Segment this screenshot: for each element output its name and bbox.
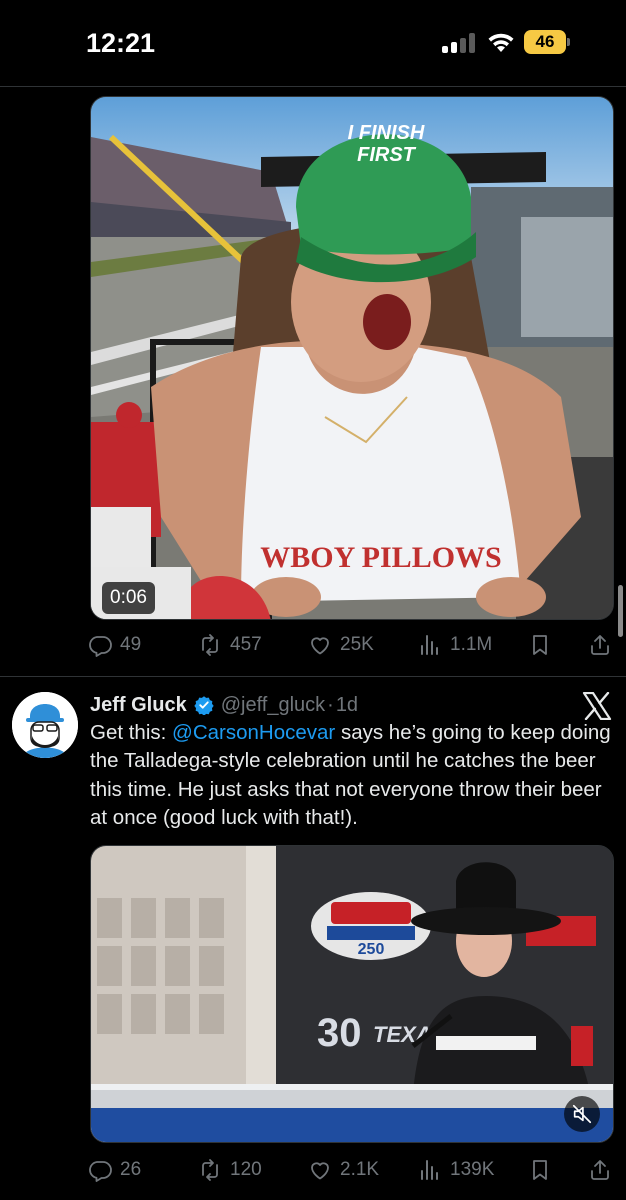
tweet-text-start: Get this:: [90, 721, 173, 744]
divider: [0, 86, 626, 87]
views-icon: [421, 1160, 438, 1180]
reply-button[interactable]: 49: [88, 625, 141, 665]
speaker-muted-icon: [572, 1104, 592, 1124]
x-logo-icon[interactable]: [582, 692, 612, 720]
battery-level: 46: [524, 30, 566, 54]
views-count: 1.1M: [450, 634, 493, 655]
avatar-illustration: [12, 692, 78, 758]
tweet-actions: 49 457 25K 1.1M: [88, 625, 616, 665]
scrollbar-thumb[interactable]: [618, 585, 623, 637]
svg-text:250: 250: [358, 941, 385, 958]
reply-count: 26: [120, 1159, 142, 1180]
video-duration-badge: 0:06: [102, 582, 155, 614]
divider: [0, 676, 626, 677]
like-count: 25K: [340, 634, 374, 655]
views-count: 139K: [450, 1159, 495, 1180]
share-icon: [591, 635, 609, 655]
battery-icon: 46: [524, 30, 570, 54]
like-button[interactable]: 2.1K: [308, 1150, 379, 1190]
tweet-text: Get this: @CarsonHocevar says he’s going…: [90, 719, 618, 833]
wifi-icon: [488, 33, 514, 52]
avatar[interactable]: [12, 692, 78, 758]
verified-badge-icon: [194, 696, 214, 715]
repost-count: 120: [230, 1159, 262, 1180]
mention-link[interactable]: @CarsonHocevar: [172, 721, 335, 744]
svg-text:I FINISH: I FINISH: [348, 122, 425, 144]
video-frame: WBOY PILLOWS I FINISH FIRST: [91, 97, 613, 619]
repost-count: 457: [230, 634, 262, 655]
mute-button[interactable]: [564, 1096, 600, 1132]
bookmark-button[interactable]: [528, 625, 552, 665]
repost-button[interactable]: 457: [198, 625, 262, 665]
video-player[interactable]: WBOY PILLOWS I FINISH FIRST: [90, 96, 614, 620]
reply-icon: [89, 1161, 112, 1182]
bookmark-button[interactable]: [528, 1150, 552, 1190]
heart-icon: [311, 1162, 329, 1180]
bookmark-icon: [533, 635, 547, 655]
reply-button[interactable]: 26: [88, 1150, 141, 1190]
share-icon: [591, 1160, 609, 1180]
svg-text:WBOY PILLOWS: WBOY PILLOWS: [260, 541, 501, 574]
video-frame: 250 30 TEXA: [91, 846, 613, 1142]
reply-count: 49: [120, 634, 142, 655]
status-time: 12:21: [86, 28, 156, 58]
author-name[interactable]: Jeff Gluck: [90, 694, 187, 717]
separator-dot: ·: [327, 693, 334, 716]
share-button[interactable]: [588, 625, 612, 665]
author-handle[interactable]: @jeff_gluck: [221, 694, 325, 717]
tweet-actions: 26 120 2.1K 139K: [88, 1150, 616, 1190]
views-button[interactable]: 139K: [418, 1150, 494, 1190]
like-count: 2.1K: [340, 1159, 380, 1180]
video-player[interactable]: 250 30 TEXA: [90, 845, 614, 1143]
svg-text:FIRST: FIRST: [357, 144, 417, 166]
repost-icon: [202, 1159, 218, 1181]
tweet-timestamp[interactable]: 1d: [336, 694, 358, 717]
tweet-header: Jeff Gluck @jeff_gluck · 1d: [90, 690, 358, 720]
cellular-signal-icon: [442, 33, 476, 53]
reply-icon: [89, 636, 112, 657]
status-bar: 12:21 46: [0, 0, 626, 86]
share-button[interactable]: [588, 1150, 612, 1190]
svg-text:30: 30: [317, 1011, 362, 1055]
views-button[interactable]: 1.1M: [418, 625, 492, 665]
views-icon: [421, 635, 438, 655]
heart-icon: [311, 637, 329, 655]
bookmark-icon: [533, 1160, 547, 1180]
like-button[interactable]: 25K: [308, 625, 374, 665]
repost-button[interactable]: 120: [198, 1150, 262, 1190]
repost-icon: [202, 634, 218, 656]
